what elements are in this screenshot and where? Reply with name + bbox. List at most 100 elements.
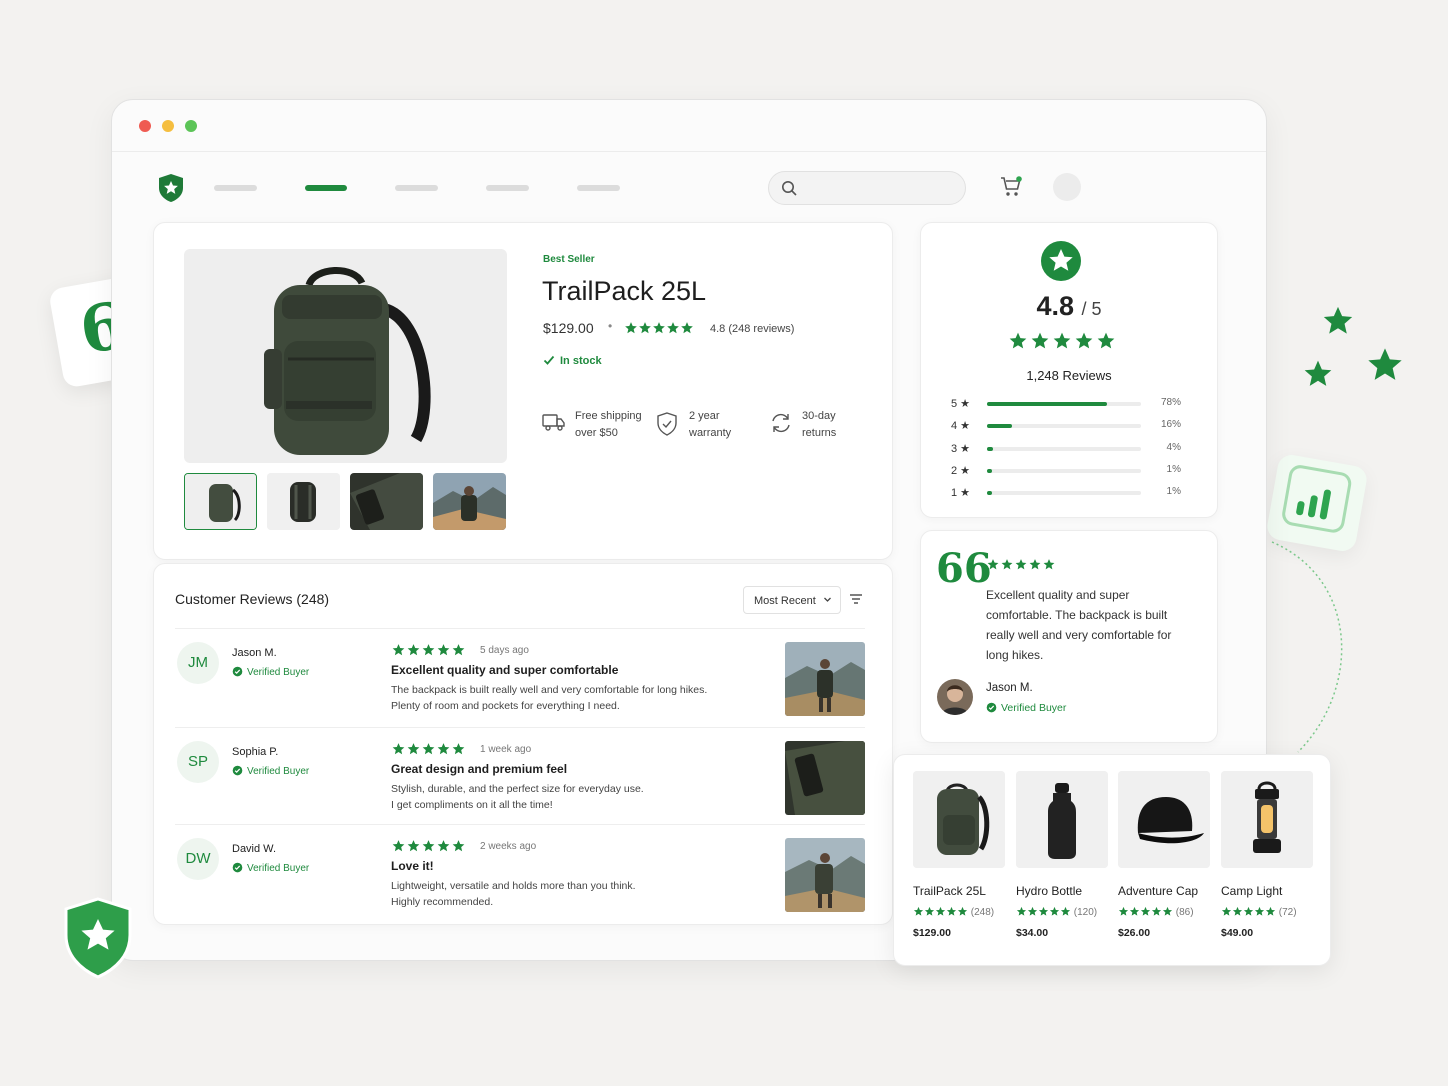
star-icon: [1007, 331, 1029, 351]
star-icon: [421, 742, 436, 756]
shield-logo-icon[interactable]: [158, 173, 184, 203]
product-tile[interactable]: TrailPack 25L (248) $129.00: [913, 771, 1005, 939]
verified-label: Verified Buyer: [247, 863, 310, 874]
filter-icon[interactable]: [849, 593, 863, 605]
star-icon: [421, 839, 436, 853]
star-icon: [451, 839, 466, 853]
average-rating: 4.8 / 5: [921, 291, 1217, 322]
product-tile-image: [1221, 771, 1313, 868]
product-card: Best Seller TrailPack 25L $129.00 • 4.8 …: [153, 222, 893, 560]
product-main-image[interactable]: [184, 249, 507, 463]
rating-bar-fill: [987, 447, 994, 451]
star-icon: [1221, 906, 1232, 917]
product-tile-name: TrailPack 25L: [913, 884, 986, 898]
review-row: JM Jason M. Verified Buyer 5 days ago Ex…: [175, 628, 865, 726]
nav-item-1[interactable]: [214, 185, 257, 191]
quote-icon: 66: [936, 545, 992, 592]
rating-distribution-row[interactable]: 2 ★ 1%: [951, 464, 1191, 478]
star-icon: [652, 321, 666, 335]
product-tile-review-count: (120): [1073, 907, 1098, 918]
dotted-arc-decoration: [1271, 541, 1343, 753]
stock-status: In stock: [543, 354, 602, 367]
review-stars: [391, 643, 466, 662]
star-icon: [1027, 906, 1038, 917]
star-icon: [406, 643, 421, 657]
top-navbar: [148, 158, 1178, 216]
rating-bar: [987, 447, 1141, 451]
feature-warranty: 2 year warranty: [656, 408, 731, 442]
verified-label: Verified Buyer: [247, 667, 310, 678]
nav-item-5[interactable]: [577, 185, 620, 191]
maximize-window-dot[interactable]: [185, 120, 197, 132]
rating-distribution-row[interactable]: 3 ★ 4%: [951, 442, 1191, 456]
stock-status-label: In stock: [560, 355, 602, 367]
star-icon: [1042, 558, 1056, 571]
sort-dropdown[interactable]: Most Recent: [743, 586, 841, 614]
check-icon: [543, 355, 555, 365]
product-tile[interactable]: Camp Light (72) $49.00: [1221, 771, 1313, 939]
search-input[interactable]: [768, 171, 966, 205]
product-price: $129.00: [543, 320, 594, 336]
shield-star-decoration-icon: [64, 897, 132, 979]
product-thumbnail-2[interactable]: [267, 473, 340, 530]
nav-item-4[interactable]: [486, 185, 529, 191]
star-badge-icon: [1041, 241, 1081, 281]
review-body-line: I get compliments on it all the time!: [391, 799, 553, 811]
star-icon: [935, 906, 946, 917]
star-icon: [406, 742, 421, 756]
nav-item-active[interactable]: [305, 185, 347, 191]
product-tile-review-count: (248): [970, 907, 995, 918]
rating-distribution-row[interactable]: 1 ★ 1%: [951, 486, 1191, 500]
star-icon: [391, 742, 406, 756]
product-tile[interactable]: Hydro Bottle (120) $34.00: [1016, 771, 1108, 939]
rating-distribution-row[interactable]: 4 ★ 16%: [951, 419, 1191, 433]
product-tile-image: [913, 771, 1005, 868]
review-body-line: Stylish, durable, and the perfect size f…: [391, 783, 644, 795]
star-icon: [1073, 331, 1095, 351]
star-icon: [638, 321, 652, 335]
rating-out-of: / 5: [1081, 299, 1102, 319]
review-photo[interactable]: [785, 642, 865, 716]
product-thumbnail-1[interactable]: [184, 473, 257, 530]
nav-item-3[interactable]: [395, 185, 438, 191]
star-icon: [391, 839, 406, 853]
check-circle-icon: [232, 666, 243, 677]
review-stars: [391, 742, 466, 761]
star-icon: [1151, 906, 1162, 917]
review-row: DW David W. Verified Buyer 2 weeks ago L…: [175, 824, 865, 922]
testimonial-text: Excellent quality and super comfortable.…: [986, 588, 1172, 662]
star-icon: [986, 558, 1000, 571]
star-icon: [1014, 558, 1028, 571]
review-photo[interactable]: [785, 838, 865, 912]
reviewer-name: David W.: [232, 843, 277, 855]
search-icon: [782, 181, 797, 196]
testimonial-author: Jason M.: [986, 682, 1033, 694]
review-body-line: Lightweight, versatile and holds more th…: [391, 880, 636, 892]
product-thumbnail-4[interactable]: [433, 473, 506, 530]
rating-distribution-row[interactable]: 5 ★ 78%: [951, 397, 1191, 411]
product-rating-text[interactable]: 4.8 (248 reviews): [710, 323, 794, 335]
product-thumbnail-3[interactable]: [350, 473, 423, 530]
star-icon: [451, 643, 466, 657]
price-separator: •: [608, 319, 613, 333]
review-body: Lightweight, versatile and holds more th…: [391, 878, 771, 910]
bar-chart-icon: [1282, 465, 1352, 533]
total-reviews: 1,248 Reviews: [1026, 368, 1112, 383]
star-icon: [1265, 906, 1276, 917]
star-decoration-icon: [1365, 345, 1405, 385]
star-icon: [1051, 331, 1073, 351]
close-window-dot[interactable]: [139, 120, 151, 132]
user-avatar[interactable]: [1053, 173, 1081, 201]
star-icon: [1038, 906, 1049, 917]
shield-check-icon: [657, 412, 677, 436]
star-icon: [1129, 906, 1140, 917]
refresh-icon: [772, 413, 790, 433]
star-icon: [1049, 906, 1060, 917]
minimize-window-dot[interactable]: [162, 120, 174, 132]
average-rating-value: 4.8: [1036, 291, 1074, 321]
rating-level: 3 ★: [951, 443, 971, 455]
review-stars: [391, 839, 466, 858]
cart-icon[interactable]: [1000, 176, 1024, 198]
product-tile[interactable]: Adventure Cap (86) $26.00: [1118, 771, 1210, 939]
review-photo[interactable]: [785, 741, 865, 815]
